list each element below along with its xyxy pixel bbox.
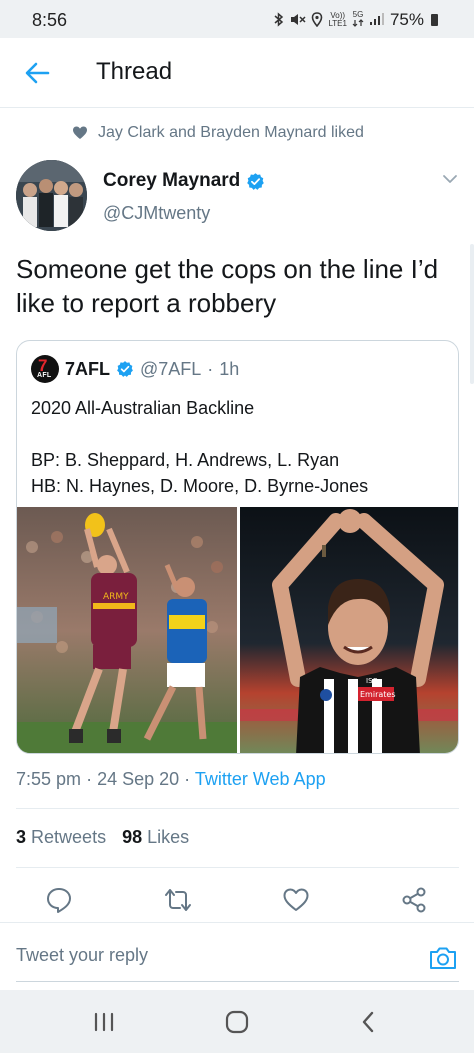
jersey-label: ARMY [103,592,129,602]
location-icon [311,11,323,29]
arrow-left-icon[interactable] [22,58,52,88]
tweet-time: 7:55 pm [16,769,82,789]
tweet-text: Someone get the cops on the line I’d lik… [16,254,439,318]
bluetooth-icon [273,11,285,29]
verified-badge-icon [117,361,133,377]
meta-separator-1: · [86,769,93,789]
quoted-author-handle: @7AFL [140,358,202,379]
mute-icon [290,12,306,29]
jersey-sponsor-text: Emirates [360,690,396,699]
seven-afl-logo: 7 AFL [31,355,59,383]
divider [16,808,459,809]
scroll-indicator [470,244,474,384]
reply-input-underline [16,981,459,982]
quoted-line-bp: BP: B. Sheppard, H. Andrews, L. Ryan [31,450,340,470]
quoted-tweet-text: 2020 All-Australian Backline BP: B. Shep… [31,395,446,499]
status-time: 8:56 [32,10,68,30]
battery-icon [431,14,438,26]
tweet-metadata: 7:55 pm · 24 Sep 20 · Twitter Web App [16,769,326,790]
heart-icon[interactable] [282,886,310,914]
liked-by-text[interactable]: Jay Clark and Brayden Maynard liked [98,124,364,142]
home-icon[interactable] [223,1008,251,1036]
jersey-brand-text: ISC [366,677,378,685]
tweet-source-link[interactable]: Twitter Web App [195,769,326,789]
likes-count: 98 [122,827,143,847]
media-image-left[interactable]: ARMY [17,507,237,753]
author-handle[interactable]: @CJMtwenty [103,203,210,224]
avatar[interactable] [16,160,87,231]
recent-apps-icon[interactable] [90,1008,118,1036]
chevron-down-icon[interactable] [441,170,459,188]
network-type-text: 5G [352,10,364,19]
meta-separator-2: · [184,769,191,789]
retweets-count: 3 [16,827,27,847]
quoted-media: ARMY Emirates ISC [17,507,458,753]
volte-indicator: Vo)) LTE1 [328,12,347,28]
quoted-tweet-card[interactable]: 7 AFL 7AFL @7AFL · 1h 2020 All-Australia… [16,340,459,754]
divider [16,867,459,868]
author-name[interactable]: Corey Maynard [103,170,265,192]
social-context: Jay Clark and Brayden Maynard liked [72,124,364,142]
retweets-label: Retweets [31,827,107,847]
quoted-line-title: 2020 All-Australian Backline [31,398,255,418]
quoted-author-name: 7AFL [65,358,110,379]
status-icons: Vo)) LTE1 5G 75% [273,9,438,31]
network-indicator: 5G [352,11,364,29]
status-bar: 8:56 Vo)) LTE1 5G 75% [0,0,474,38]
signal-icon [369,12,385,28]
retweets-stat[interactable]: 3 Retweets [16,827,106,848]
likes-stat[interactable]: 98 Likes [122,827,189,848]
volte-bottom-text: LTE1 [328,19,347,28]
app-header: Thread [0,38,474,108]
reply-icon[interactable] [45,886,73,914]
reply-input[interactable]: Tweet your reply [16,945,148,966]
android-nav-bar [0,990,474,1053]
verified-badge-icon [247,172,265,190]
retweet-icon[interactable] [164,886,192,914]
quoted-separator: · [207,358,214,379]
author-name-text: Corey Maynard [103,170,241,191]
quoted-time: 1h [219,358,240,379]
heart-icon [73,126,87,139]
back-nav-icon[interactable] [355,1008,383,1036]
reply-composer: Tweet your reply [0,922,474,990]
camera-icon[interactable] [428,943,458,973]
quoted-tweet-header: 7 AFL 7AFL @7AFL · 1h [31,355,239,383]
tweet-actions [0,880,474,920]
tweet-date: 24 Sep 20 [97,769,180,789]
quoted-line-blank [31,421,446,447]
media-image-right[interactable]: Emirates ISC [240,507,458,753]
page-title: Thread [96,58,173,85]
quoted-line-hb: HB: N. Haynes, D. Moore, D. Byrne-Jones [31,476,369,496]
share-icon[interactable] [400,886,428,914]
twitter-thread-screen: 8:56 Vo)) LTE1 5G 75% Thread Jay Clark a… [0,0,474,1053]
likes-label: Likes [147,827,190,847]
battery-percent: 75% [389,10,424,29]
logo-afl-text: AFL [37,372,52,379]
tweet-stats: 3 Retweets 98 Likes [16,827,189,848]
